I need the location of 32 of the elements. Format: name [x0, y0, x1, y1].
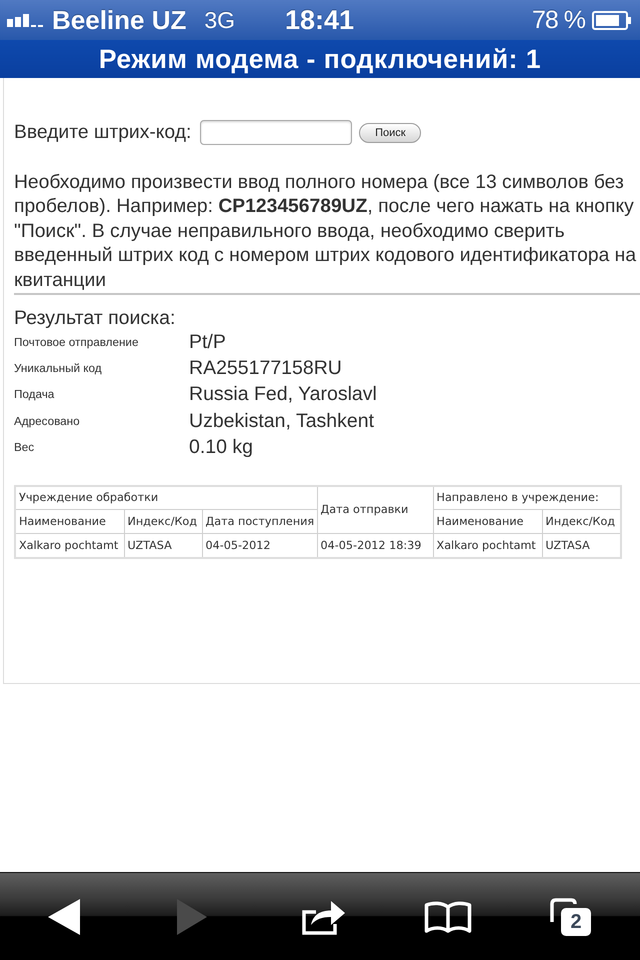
- detail-label: Почтовое отправление: [14, 336, 138, 349]
- table-header-cell: Наименование: [433, 510, 542, 534]
- network-type: 3G: [204, 8, 236, 32]
- carrier-name: Beeline UZ: [52, 7, 186, 33]
- table-header-cell: Учреждение обработки: [15, 486, 318, 510]
- signal-strength-icon: [7, 13, 45, 27]
- banner-title: Режим модема - подключений: 1: [98, 46, 542, 72]
- back-icon[interactable]: [48, 898, 80, 934]
- detail-value: Uzbekistan, Tashkent: [189, 410, 374, 433]
- detail-value: RA255177158RU: [189, 356, 342, 380]
- instructions-text: Необходимо произвести ввод полного номера (все 13 символов без пробелов). Например: CP123456789UZ, после чего нажать на кнопку "Поиск". В случае неправильного ввода, необходимо сверить введенный штрих код с номером штрих кодового идентификатора на квитанции: [14, 171, 638, 293]
- detail-label: Адресовано: [14, 414, 80, 428]
- detail-label: Уникальный код: [14, 362, 102, 375]
- table-header-cell: Индекс/Код: [124, 510, 202, 534]
- detail-value: Russia Fed, Yaroslavl: [189, 383, 377, 406]
- tabs-button[interactable]: 2: [549, 898, 591, 936]
- battery-percent: 78 %: [532, 8, 585, 32]
- table-header-cell: Дата отправки: [317, 486, 434, 534]
- share-icon[interactable]: [302, 898, 346, 934]
- detail-label: Вес: [14, 440, 34, 454]
- clock-time: 18:41: [284, 6, 354, 34]
- detail-label: Подача: [14, 388, 54, 402]
- tab-count-badge: 2: [561, 908, 591, 936]
- barcode-label: Введите штрих-код:: [14, 122, 192, 144]
- table-header-cell: Наименование: [15, 510, 124, 534]
- detail-value: 0.10 kg: [189, 436, 253, 459]
- battery-icon: [592, 10, 632, 30]
- barcode-input[interactable]: [200, 120, 352, 145]
- result-title: Результат поиска:: [14, 307, 176, 330]
- search-button[interactable]: Поиск: [359, 122, 422, 142]
- detail-value: Pt/P: [189, 330, 226, 354]
- open-book-icon[interactable]: [424, 900, 472, 932]
